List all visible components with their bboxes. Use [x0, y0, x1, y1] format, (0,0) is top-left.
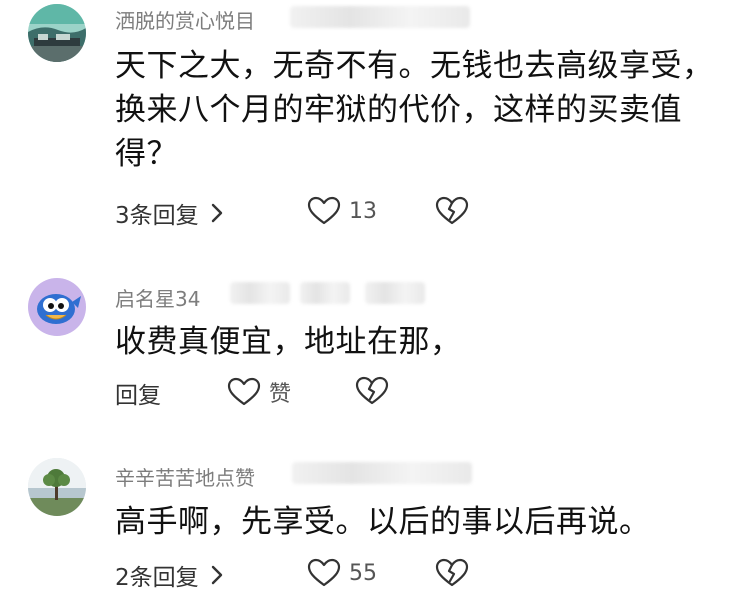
like-count: 55 — [349, 560, 377, 586]
comment-actions: 2条回复 55 — [115, 558, 715, 598]
username[interactable]: 启名星34 — [115, 283, 200, 312]
avatar[interactable] — [28, 458, 86, 516]
broken-heart-icon — [435, 196, 469, 226]
avatar[interactable] — [28, 278, 86, 336]
dislike-button[interactable] — [435, 196, 469, 226]
comment-actions: 3条回复 13 — [115, 196, 715, 236]
like-button[interactable]: 55 — [307, 558, 377, 588]
view-replies-button[interactable]: 2条回复 — [115, 558, 227, 592]
reply-label: 回复 — [115, 383, 161, 409]
like-count: 赞 — [269, 382, 292, 407]
dislike-button[interactable] — [435, 558, 469, 588]
comment-text: 收费真便宜，地址在那， — [115, 324, 462, 360]
comment-actions: 回复 赞 — [115, 376, 715, 416]
broken-heart-icon — [355, 376, 389, 406]
redacted-username — [230, 282, 290, 304]
reply-label: 3条回复 — [115, 203, 199, 229]
reply-button[interactable]: 回复 — [115, 376, 161, 410]
heart-outline-icon — [307, 558, 341, 588]
comment-text: 高手啊，先享受。以后的事以后再说。 — [115, 504, 651, 540]
redacted-username — [300, 282, 350, 304]
like-count: 13 — [349, 198, 377, 224]
avatar[interactable] — [28, 4, 86, 62]
username[interactable]: 辛辛苦苦地点赞 — [115, 462, 255, 491]
redacted-username — [290, 6, 470, 28]
heart-outline-icon — [307, 196, 341, 226]
broken-heart-icon — [435, 558, 469, 588]
chevron-right-icon — [207, 201, 227, 225]
username[interactable]: 洒脱的赏心悦目 — [115, 5, 255, 34]
comment-text: 天下之大，无奇不有。无钱也去高级享受，换来八个月的牢狱的代价，这样的买卖值得？ — [115, 48, 714, 172]
heart-outline-icon — [227, 377, 261, 407]
chevron-right-icon — [207, 563, 227, 587]
view-replies-button[interactable]: 3条回复 — [115, 196, 227, 230]
like-button[interactable]: 赞 — [227, 376, 291, 408]
redacted-username — [292, 462, 472, 484]
reply-label: 2条回复 — [115, 565, 199, 591]
like-button[interactable]: 13 — [307, 196, 377, 226]
redacted-username — [365, 282, 425, 304]
dislike-button[interactable] — [355, 376, 389, 406]
